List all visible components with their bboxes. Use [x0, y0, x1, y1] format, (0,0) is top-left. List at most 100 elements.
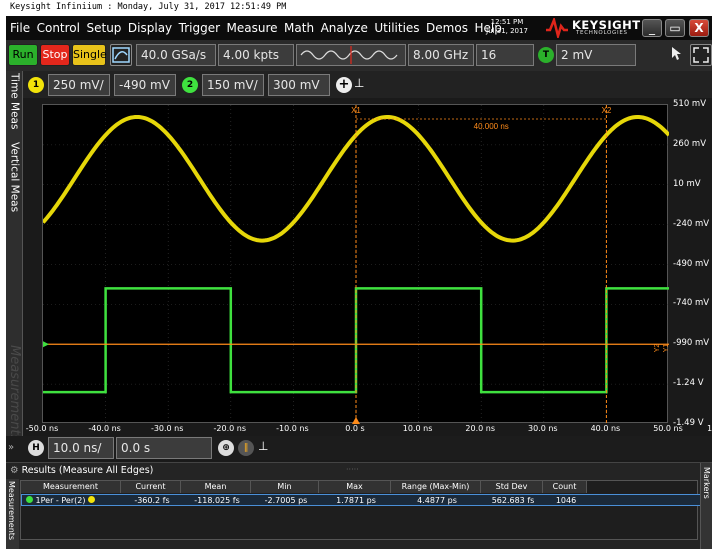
menu-file[interactable]: File — [10, 21, 30, 35]
scope-application: File Control Setup Display Trigger Measu… — [6, 16, 712, 549]
tab-time-meas-label: Time Meas — [8, 72, 21, 130]
run-button[interactable]: Run — [8, 44, 38, 66]
pin-icon[interactable]: ⊥ — [354, 76, 364, 90]
expand-chevron-icon[interactable]: » — [8, 442, 14, 453]
waveform-canvas: X1 X2 40.000 ns Y2 Y1 — [43, 105, 669, 424]
single-button[interactable]: Single — [72, 44, 107, 66]
time-axis-label: 10.0 ns — [402, 424, 433, 433]
gear-icon[interactable]: ⚙ — [10, 465, 19, 476]
time-axis-label: -20.0 ns — [213, 424, 247, 433]
menu-setup[interactable]: Setup — [86, 21, 121, 35]
marker-x2-label: X2 — [602, 106, 612, 115]
clock-date: Jul 31, 2017 — [486, 27, 528, 35]
panel-grip-icon[interactable]: ····· — [346, 465, 359, 474]
minimize-button[interactable]: _ — [642, 19, 662, 37]
time-axis-label: -10.0 ns — [276, 424, 309, 433]
stop-button[interactable]: Stop — [40, 44, 70, 66]
channel-2-offset[interactable]: 300 mV — [268, 74, 330, 96]
measurement-name-cell: 1Per - Per(2) — [22, 495, 122, 507]
time-axis-label: 50.0 ns — [653, 424, 683, 433]
current-cell: -360.2 fs — [134, 496, 170, 505]
header-count[interactable]: Count — [543, 481, 587, 493]
table-row[interactable]: 1Per - Per(2) -360.2 fs -118.025 fs -2.7… — [21, 494, 701, 506]
results-panel: ⚙ Results (Measure All Edges) ····· Meas… — [6, 462, 712, 549]
header-mean[interactable]: Mean — [181, 481, 251, 493]
time-axis-label: 40.0 ns — [590, 424, 621, 433]
trigger-level-field[interactable]: 2 mV — [556, 44, 636, 66]
std-dev-cell: 562.683 fs — [491, 496, 535, 505]
header-std-dev[interactable]: Std Dev — [481, 481, 543, 493]
menu-demos[interactable]: Demos — [426, 21, 468, 35]
memory-depth-field[interactable]: 4.00 kpts — [218, 44, 294, 66]
window-caption: Keysight Infiniium : Monday, July 31, 20… — [0, 0, 718, 14]
tab-time-meas[interactable]: Time Meas — [6, 71, 23, 131]
marker-y-label: Y2 — [654, 344, 661, 353]
channel-strip: 1 250 mV/ -490 mV 2 150 mV/ 300 mV + ⊥ — [6, 71, 712, 98]
zoom-expand-icon[interactable] — [690, 44, 712, 66]
menu-measure[interactable]: Measure — [227, 21, 278, 35]
channel-2-dot-icon — [26, 496, 33, 503]
vertical-scale-label: -240 mV — [673, 218, 710, 229]
time-position-field[interactable]: 0.0 s — [116, 437, 212, 459]
pause-icon[interactable]: ‖ — [238, 440, 254, 456]
zoom-icon[interactable]: ⊕ — [218, 440, 234, 456]
measurements-watermark: Measurements — [7, 344, 22, 442]
channel-2-badge[interactable]: 2 — [182, 77, 198, 93]
vertical-scale-label: 260 mV — [673, 138, 707, 149]
measurements-side-tab[interactable]: Measurements — [6, 479, 19, 549]
header-current[interactable]: Current — [121, 481, 181, 493]
channel-1-dot-icon — [88, 496, 95, 503]
pin-icon-horizontal[interactable]: ⊥ — [258, 439, 268, 453]
time-axis-label: 30.0 ns — [528, 424, 558, 433]
tab-vertical-meas[interactable]: Vertical Meas — [6, 133, 23, 221]
range-cell: 4.4877 ps — [417, 496, 457, 505]
horizontal-controls: H 10.0 ns/ 0.0 s ⊕ ‖ ⊥ » — [6, 436, 712, 460]
time-axis-label: -40.0 ns — [88, 424, 121, 433]
marker-x1-label: X1 — [351, 106, 361, 115]
marker-delta-label: 40.000 ns — [474, 122, 509, 131]
results-header-row: Measurement Current Mean Min Max Range (… — [21, 481, 701, 493]
add-channel-icon[interactable]: + — [336, 77, 352, 93]
vertical-scale-label: -740 mV — [673, 298, 710, 309]
menu-trigger[interactable]: Trigger — [179, 21, 220, 35]
bandwidth-field[interactable]: 8.00 GHz — [408, 44, 474, 66]
keysight-wave-icon — [546, 18, 568, 38]
header-min[interactable]: Min — [251, 481, 319, 493]
autoscale-icon[interactable] — [110, 44, 132, 66]
min-cell: -2.7005 ps — [264, 496, 308, 505]
marker-y-alt-label: Y1 — [663, 344, 669, 353]
channel-1-offset[interactable]: -490 mV — [114, 74, 176, 96]
channel-1-badge[interactable]: 1 — [28, 77, 44, 93]
menu-math[interactable]: Math — [284, 21, 314, 35]
touch-pointer-icon[interactable] — [666, 44, 688, 66]
waveform-display[interactable]: X1 X2 40.000 ns Y2 Y1 — [42, 104, 669, 424]
horizontal-badge[interactable]: H — [28, 440, 44, 456]
time-scale-field[interactable]: 10.0 ns/ — [48, 437, 114, 459]
vertical-scale-label: -490 mV — [673, 258, 710, 269]
markers-side-tab[interactable]: Markers — [700, 463, 712, 549]
averaging-field[interactable]: 16 — [476, 44, 534, 66]
menu-analyze[interactable]: Analyze — [321, 21, 368, 35]
header-range[interactable]: Range (Max-Min) — [391, 481, 481, 493]
menu-control[interactable]: Control — [37, 21, 80, 35]
trigger-badge[interactable]: T — [538, 47, 554, 63]
header-measurement[interactable]: Measurement — [21, 481, 121, 493]
header-max[interactable]: Max — [319, 481, 391, 493]
sample-rate-field[interactable]: 40.0 GSa/s — [136, 44, 216, 66]
close-button[interactable]: X — [689, 19, 709, 37]
channel-2-scale[interactable]: 150 mV/ — [202, 74, 264, 96]
max-cell: 1.7871 ps — [336, 496, 376, 505]
menu-utilities[interactable]: Utilities — [374, 21, 419, 35]
channel-1-scale[interactable]: 250 mV/ — [48, 74, 110, 96]
vertical-scale-label: -990 mV — [673, 338, 710, 349]
results-table: Measurement Current Mean Min Max Range (… — [20, 480, 701, 540]
acquisition-waveform-icon[interactable] — [296, 44, 406, 66]
brand-logo: KEYSIGHT TECHNOLOGIES — [546, 17, 640, 39]
menu-display[interactable]: Display — [128, 21, 172, 35]
time-axis-label: -50.0 ns — [25, 424, 59, 433]
tab-vertical-meas-label: Vertical Meas — [8, 141, 21, 213]
clock: 12:51 PM Jul 31, 2017 — [472, 18, 542, 36]
restore-button[interactable]: ▭ — [665, 19, 685, 37]
time-axis-label: 0.0 s — [345, 424, 365, 433]
results-title: ⚙ Results (Measure All Edges) — [10, 465, 154, 476]
